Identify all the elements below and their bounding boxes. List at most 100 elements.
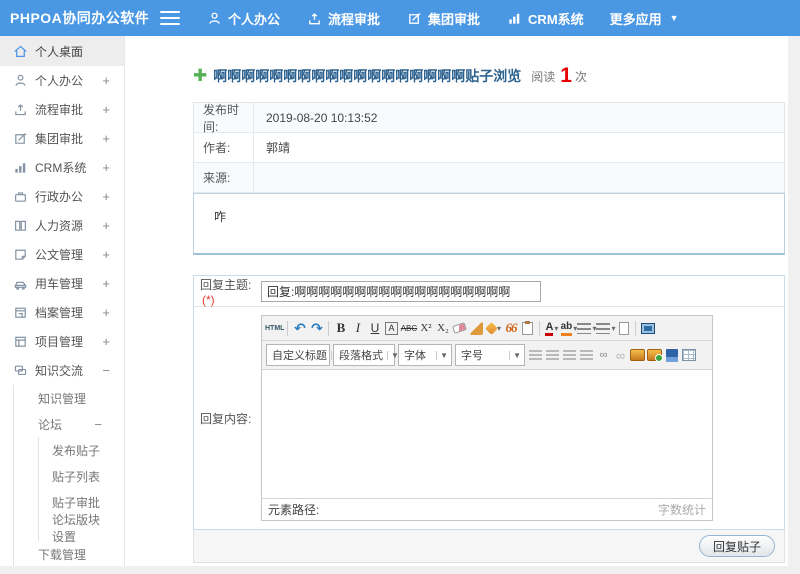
highlight-icon[interactable]: ab ▾	[560, 318, 577, 338]
editor-content-area[interactable]	[262, 370, 712, 498]
sidebar-item-admin-office[interactable]: 行政办公 +	[0, 182, 124, 211]
font-size-select[interactable]: 字号 ▼	[455, 344, 525, 366]
font-name-icon[interactable]: A	[385, 321, 399, 335]
crm-chart-icon	[506, 10, 522, 26]
expand-toggle[interactable]: +	[102, 102, 110, 117]
topnav-crm[interactable]: CRM系统	[506, 9, 584, 28]
expand-toggle[interactable]: +	[102, 334, 110, 349]
unlink-icon[interactable]: ∞	[612, 345, 629, 365]
source-icon[interactable]: HTML	[265, 318, 284, 338]
sidebar-item-personal-office[interactable]: 个人办公 +	[0, 66, 124, 95]
expand-toggle[interactable]: +	[102, 73, 110, 88]
sidebar-item-archives[interactable]: 档案管理 +	[0, 298, 124, 327]
topnav-group-approval[interactable]: 集团审批	[406, 9, 480, 28]
expand-toggle[interactable]: +	[102, 160, 110, 175]
paste-icon[interactable]	[519, 318, 536, 338]
expand-toggle[interactable]: +	[102, 218, 110, 233]
quick-format-icon[interactable]: ▾	[485, 318, 502, 338]
archive-icon	[12, 305, 28, 321]
image-icon[interactable]	[629, 345, 646, 365]
required-mark: (*)	[202, 292, 215, 307]
collapse-toggle[interactable]: −	[94, 417, 102, 432]
sidebar-subitem-forum-settings[interactable]: 论坛版块设置	[39, 513, 124, 544]
topnav-more-apps[interactable]: 更多应用 ▼	[610, 9, 679, 28]
superscript-icon[interactable]: X²	[417, 318, 434, 338]
underline-icon[interactable]: U	[366, 318, 383, 338]
sidebar-item-hr[interactable]: 人力资源 +	[0, 211, 124, 240]
reply-submit-button[interactable]: 回复贴子	[698, 535, 775, 557]
editor-toolbar-row2: 自定义标题▼ 段落格式▼ 字体▼ 字号▼ ∞∞	[262, 341, 712, 370]
sidebar-subitem-label: 贴子列表	[52, 469, 101, 484]
table-row: 作者: 郭靖	[194, 133, 784, 163]
reply-content-row: 回复内容: HTML↶↷BIUAABCX²X₂▾66A▾ab▾▾▾ 自定义标题▼…	[194, 307, 784, 529]
expand-toggle[interactable]: +	[102, 276, 110, 291]
expand-toggle[interactable]: +	[102, 247, 110, 262]
undo-icon[interactable]: ↶	[291, 318, 308, 338]
bold-icon[interactable]: B	[332, 318, 349, 338]
topnav-label: 集团审批	[428, 11, 481, 27]
strikethrough-icon[interactable]: ABC	[400, 318, 417, 338]
publish-time-label: 发布时间:	[194, 103, 254, 134]
sidebar-item-crm[interactable]: CRM系统 +	[0, 153, 124, 182]
reply-subject-input[interactable]	[261, 280, 541, 302]
sidebar-item-label: 流程审批	[35, 103, 84, 117]
font-family-select[interactable]: 字体 ▼	[398, 344, 452, 366]
unordered-list-icon[interactable]: ▾	[596, 318, 615, 338]
sidebar-item-desktop[interactable]: 个人桌面	[0, 36, 124, 66]
sidebar-item-vehicle[interactable]: 用车管理 +	[0, 269, 124, 298]
group-approval-icon	[12, 131, 28, 147]
top-nav: 个人办公 流程审批 集团审批 CRM系统 更多应用 ▼	[206, 9, 679, 28]
sidebar: 个人桌面 个人办公 + 流程审批 + 集团审批 + CRM系统 + 行政办公 +…	[0, 36, 125, 574]
sidebar-subitem-knowledge-mgmt[interactable]: 知识管理	[14, 385, 124, 411]
new-page-icon[interactable]	[615, 318, 632, 338]
caret-down-icon: ▼	[669, 13, 679, 23]
book-icon	[12, 218, 28, 234]
align-center-icon[interactable]	[544, 345, 561, 365]
link-icon[interactable]: ∞	[595, 345, 612, 365]
sidebar-item-group-approval[interactable]: 集团审批 +	[0, 124, 124, 153]
read-suffix: 次	[574, 69, 587, 84]
paint-brush-icon[interactable]	[468, 318, 485, 338]
sidebar-item-knowledge[interactable]: 知识交流 −	[0, 356, 124, 385]
eraser-icon[interactable]	[451, 318, 468, 338]
sidebar-item-project[interactable]: 项目管理 +	[0, 327, 124, 356]
font-color-icon[interactable]: A ▾	[543, 318, 560, 338]
collapse-toggle[interactable]: −	[102, 363, 110, 378]
sidebar-subitem-forum[interactable]: 论坛 −	[14, 411, 124, 437]
group-approval-icon	[406, 10, 422, 26]
expand-toggle[interactable]: +	[102, 131, 110, 146]
align-right-icon[interactable]	[561, 345, 578, 365]
table-icon[interactable]	[680, 345, 697, 365]
ordered-list-icon[interactable]: ▾	[577, 318, 596, 338]
expand-toggle[interactable]: +	[102, 305, 110, 320]
italic-icon[interactable]: I	[349, 318, 366, 338]
sidebar-subitem-label: 下载管理	[38, 547, 87, 562]
caret-down-icon: ▼	[436, 350, 448, 360]
subscript-icon[interactable]: X₂	[434, 318, 451, 338]
sidebar-subitem-download-mgmt[interactable]: 下载管理	[14, 541, 124, 567]
post-content: 咋	[193, 193, 785, 255]
media-icon[interactable]	[663, 345, 680, 365]
topnav-personal-office[interactable]: 个人办公	[206, 9, 280, 28]
paragraph-format-select[interactable]: 段落格式 ▼	[333, 344, 399, 366]
blockquote-icon[interactable]: 66	[502, 318, 519, 338]
sidebar-subitem-post-list[interactable]: 贴子列表	[39, 463, 124, 489]
sidebar-subitem-post-new[interactable]: 发布贴子	[39, 437, 124, 463]
hamburger-icon[interactable]	[160, 11, 180, 25]
briefcase-icon	[12, 189, 28, 205]
custom-heading-select[interactable]: 自定义标题▼	[266, 344, 343, 366]
main-panel: ✚ 啊啊啊啊啊啊啊啊啊啊啊啊啊啊啊啊啊啊贴子浏览 阅读 1 次 发布时间: 20…	[125, 36, 788, 574]
fullscreen-icon[interactable]	[639, 318, 656, 338]
sidebar-item-workflow-approval[interactable]: 流程审批 +	[0, 95, 124, 124]
sidebar-subitem-label: 发布贴子	[52, 443, 101, 458]
editor-statusbar: 元素路径: 字数统计	[262, 498, 712, 520]
sidebar-item-official-doc[interactable]: 公文管理 +	[0, 240, 124, 269]
expand-toggle[interactable]: +	[102, 189, 110, 204]
net-image-icon[interactable]	[646, 345, 663, 365]
topnav-workflow-approval[interactable]: 流程审批	[306, 9, 380, 28]
sidebar-subitem-label: 论坛	[38, 417, 63, 432]
align-left-icon[interactable]	[527, 345, 544, 365]
align-justify-icon[interactable]	[578, 345, 595, 365]
word-count-label[interactable]: 字数统计	[658, 501, 706, 518]
redo-icon[interactable]: ↷	[308, 318, 325, 338]
